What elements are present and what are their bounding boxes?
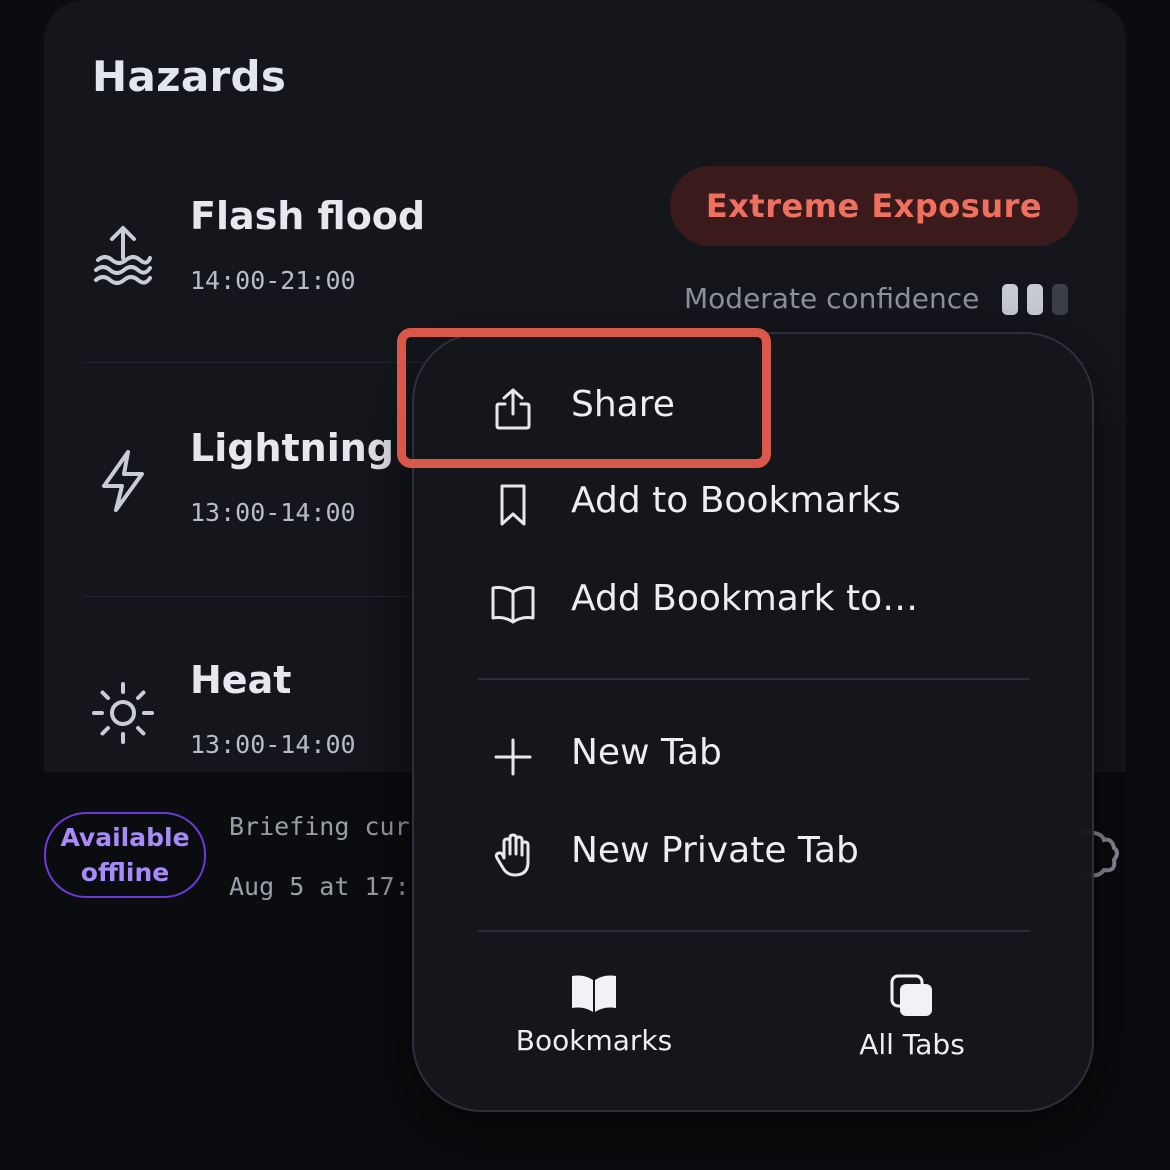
menu-item-label: Add to Bookmarks	[571, 480, 901, 521]
menu-item-add-to-bookmarks[interactable]: Add to Bookmarks	[414, 458, 1092, 554]
menu-item-label: Share	[571, 384, 675, 425]
card-title: Hazards	[92, 52, 287, 101]
lightning-icon	[102, 450, 144, 512]
share-icon	[495, 388, 531, 430]
menu-item-label: New Private Tab	[571, 830, 859, 871]
confidence-bar-off	[1052, 284, 1068, 315]
all-tabs-label: All Tabs	[859, 1028, 965, 1061]
menu-item-label: New Tab	[571, 732, 722, 773]
menu-separator	[478, 930, 1030, 932]
hand-icon	[494, 833, 530, 877]
flood-icon	[94, 226, 152, 285]
hazard-name: Heat	[190, 658, 292, 702]
exposure-badge: Extreme Exposure	[670, 166, 1078, 246]
menu-separator	[478, 678, 1030, 680]
all-tabs-button[interactable]: All Tabs	[782, 954, 1042, 1074]
hazard-name: Lightning	[190, 426, 394, 470]
hazard-time: 14:00-21:00	[190, 266, 356, 295]
pill-line-2: offline	[80, 858, 170, 887]
hazard-time: 13:00-14:00	[190, 730, 356, 759]
menu-item-new-private-tab[interactable]: New Private Tab	[414, 808, 1092, 904]
confidence-label: Moderate confidence	[684, 282, 980, 315]
bookmarks-label: Bookmarks	[515, 1024, 673, 1057]
briefing-timestamp: Aug 5 at 17:	[229, 872, 410, 901]
confidence-bar-on	[1027, 284, 1043, 315]
book-icon	[491, 586, 535, 624]
tabs-icon	[890, 974, 932, 1016]
menu-item-new-tab[interactable]: New Tab	[414, 710, 1092, 806]
pill-line-1: Available	[60, 823, 190, 852]
confidence-bar-on	[1002, 284, 1018, 315]
bookmarks-button[interactable]: Bookmarks	[464, 954, 724, 1074]
hazard-name: Flash flood	[190, 194, 426, 238]
context-menu: Share Add to Bookmarks Add Bookmark to… …	[412, 332, 1094, 1112]
menu-item-add-bookmark-to[interactable]: Add Bookmark to…	[414, 556, 1092, 652]
available-offline-badge[interactable]: Available offline	[44, 812, 206, 898]
sun-icon	[92, 682, 154, 744]
menu-item-share[interactable]: Share	[414, 362, 1092, 458]
bookmark-icon	[500, 484, 526, 526]
menu-item-label: Add Bookmark to…	[571, 578, 919, 619]
confidence-bars	[1002, 284, 1068, 315]
briefing-status: Briefing cur	[229, 812, 410, 841]
book-filled-icon	[572, 975, 616, 1012]
plus-icon	[494, 738, 532, 776]
hazard-time: 13:00-14:00	[190, 498, 356, 527]
